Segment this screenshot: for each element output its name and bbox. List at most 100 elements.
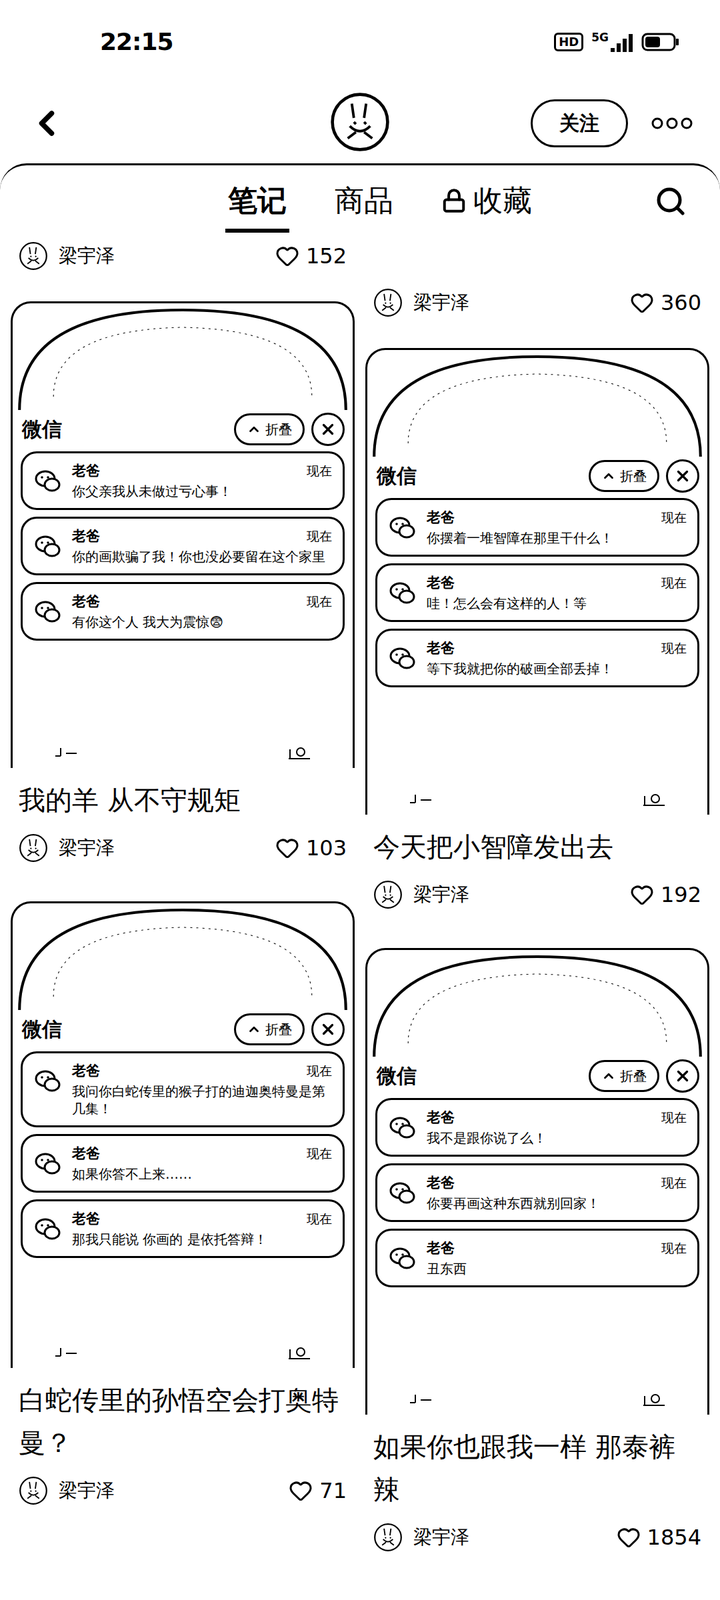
close-icon [319, 420, 337, 438]
notification-time: 现在 [661, 1240, 687, 1258]
close-button[interactable] [311, 412, 345, 446]
dome-drawing-icon [12, 303, 353, 410]
tab[interactable]: 收藏 [438, 173, 535, 233]
author[interactable]: 梁宇泽 [373, 880, 470, 910]
avatar-icon[interactable] [18, 833, 48, 863]
notification-message: 我问你白蛇传里的猴子打的迪迦奥特曼是第几集！ [72, 1082, 332, 1118]
collapse-button[interactable]: 折叠 [234, 413, 305, 446]
app-label: 微信 [376, 1062, 417, 1090]
doodle-icon [52, 745, 80, 759]
like-count[interactable]: 1854 [616, 1524, 702, 1550]
heart-icon[interactable] [616, 1525, 641, 1550]
notification: 老爸现在如果你答不上来…… [20, 1134, 345, 1193]
note-card[interactable]: 微信折叠老爸现在我问你白蛇传里的猴子打的迪迦奥特曼是第几集！老爸现在如果你答不上… [10, 901, 355, 1544]
follow-button[interactable]: 关注 [530, 99, 628, 148]
note-title[interactable]: 今天把小智障发出去 [365, 814, 710, 868]
like-count[interactable]: 192 [630, 882, 702, 908]
signal-icon [610, 32, 634, 52]
search-icon[interactable] [654, 185, 687, 218]
notification-sender: 老爸 [72, 1061, 100, 1080]
wechat-icon [33, 1066, 63, 1096]
close-icon [674, 467, 692, 485]
notification: 老爸现在哇！怎么会有这样的人！等 [375, 563, 700, 622]
notification-message: 丑东西 [426, 1260, 687, 1278]
note-card[interactable]: 微信折叠老爸现在你父亲我从未做过亏心事！老爸现在你的画欺骗了我！你也没必要留在这… [10, 301, 355, 902]
wechat-icon [388, 644, 418, 674]
notification-list: 老爸现在我问你白蛇传里的猴子打的迪迦奥特曼是第几集！老爸现在如果你答不上来……老… [12, 1051, 353, 1258]
collapse-button[interactable]: 折叠 [234, 1013, 305, 1046]
screen: 22:15HD5G关注笔记商品收藏梁宇泽152微信折叠老爸现在你父亲我从未做过亏… [0, 0, 720, 1600]
heart-icon[interactable] [630, 290, 654, 315]
notification-message: 那我只能说 你画的 是依托答辩！ [72, 1230, 332, 1248]
tab[interactable]: 笔记 [225, 173, 290, 233]
note-cover: 微信折叠老爸现在你父亲我从未做过亏心事！老爸现在你的画欺骗了我！你也没必要留在这… [10, 301, 355, 768]
author-row: 梁宇泽 71 [10, 1474, 355, 1507]
author[interactable]: 梁宇泽 [18, 241, 115, 271]
heart-icon[interactable] [275, 244, 300, 268]
notification-time: 现在 [306, 1062, 332, 1080]
heart-icon[interactable] [275, 836, 300, 860]
note-title[interactable]: 如果你也跟我一样 那泰裤辣 [365, 1414, 710, 1511]
author[interactable]: 梁宇泽 [18, 1476, 115, 1506]
wechat-icon [33, 597, 63, 627]
notification-sender: 老爸 [72, 1144, 100, 1163]
like-count[interactable]: 71 [288, 1478, 347, 1504]
doodle-icon [407, 792, 434, 806]
status-bar: 22:15HD5G [0, 0, 720, 84]
author[interactable]: 梁宇泽 [373, 288, 470, 318]
avatar-icon[interactable] [373, 880, 403, 910]
author[interactable]: 梁宇泽 [18, 833, 115, 863]
author-row: 梁宇泽 192 [365, 878, 710, 911]
note-title[interactable]: 我的羊 从不守规矩 [10, 768, 355, 822]
chevron-up-icon [246, 422, 262, 437]
close-button[interactable] [311, 1012, 345, 1046]
avatar-icon[interactable] [373, 288, 403, 318]
avatar-icon[interactable] [329, 91, 391, 153]
dome-drawing-icon [367, 350, 708, 457]
note-cover: 微信折叠老爸现在我不是跟你说了么！老爸现在你要再画这种东西就别回家！老爸现在丑东… [365, 948, 710, 1415]
close-button[interactable] [666, 459, 700, 493]
dome-drawing-icon [367, 950, 708, 1057]
notification: 老爸现在你要再画这种东西就别回家！ [375, 1163, 700, 1222]
collapse-button[interactable]: 折叠 [588, 460, 660, 492]
avatar-icon[interactable] [18, 1476, 48, 1506]
note-card[interactable]: 微信折叠老爸现在你摆着一堆智障在那里干什么！老爸现在哇！怎么会有这样的人！等老爸… [365, 348, 710, 948]
tab[interactable]: 商品 [332, 173, 396, 233]
notification-sender: 老爸 [72, 526, 100, 546]
more-icon[interactable] [650, 116, 694, 130]
back-icon[interactable] [26, 103, 67, 144]
close-button[interactable] [666, 1059, 700, 1093]
wechat-icon [33, 1214, 63, 1244]
notification-sender: 老爸 [72, 461, 100, 480]
notification-sender: 老爸 [426, 508, 455, 527]
doodle-icon [407, 1392, 434, 1406]
avatar-icon[interactable] [373, 1522, 403, 1552]
app-label: 微信 [376, 462, 417, 490]
notification: 老爸现在丑东西 [375, 1228, 700, 1288]
note-feed: 梁宇泽152微信折叠老爸现在你父亲我从未做过亏心事！老爸现在你的画欺骗了我！你也… [0, 240, 720, 1591]
like-count[interactable]: 360 [630, 290, 702, 316]
like-count[interactable]: 152 [275, 243, 347, 269]
notification-time: 现在 [661, 509, 687, 527]
lock-icon [441, 188, 467, 214]
notification-time: 现在 [661, 640, 687, 658]
author-row: 梁宇泽 152 [10, 240, 355, 272]
like-count[interactable]: 103 [275, 835, 347, 861]
heart-icon[interactable] [288, 1478, 313, 1503]
collapse-button[interactable]: 折叠 [588, 1060, 660, 1092]
doodle-icon [640, 1392, 668, 1408]
wechat-icon [388, 1113, 418, 1143]
notification: 老爸现在你父亲我从未做过亏心事！ [20, 451, 345, 510]
heart-icon[interactable] [630, 882, 654, 907]
notification-list: 老爸现在你父亲我从未做过亏心事！老爸现在你的画欺骗了我！你也没必要留在这个家里老… [12, 451, 353, 641]
wechat-icon [388, 1178, 418, 1208]
hd-badge: HD [554, 32, 584, 52]
profile-header: 关注 [0, 83, 720, 164]
avatar-icon[interactable] [18, 241, 48, 271]
note-card[interactable]: 微信折叠老爸现在我不是跟你说了么！老爸现在你要再画这种东西就别回家！老爸现在丑东… [365, 948, 710, 1591]
notification-message: 如果你答不上来…… [72, 1165, 332, 1183]
wechat-header: 微信 折叠 [367, 1056, 708, 1098]
author[interactable]: 梁宇泽 [373, 1522, 470, 1552]
note-title[interactable]: 白蛇传里的孙悟空会打奥特曼？ [10, 1368, 355, 1464]
chevron-up-icon [601, 468, 616, 484]
